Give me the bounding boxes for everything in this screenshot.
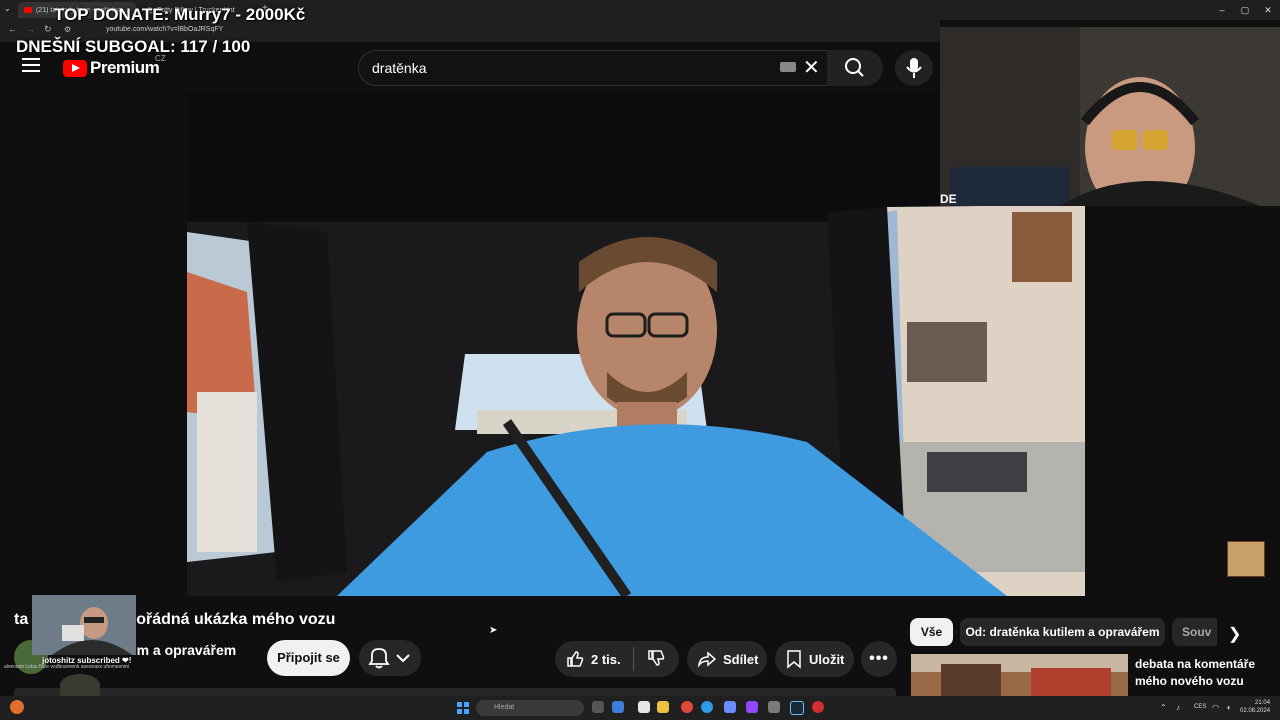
description-box[interactable] — [14, 688, 896, 696]
back-icon[interactable]: ← — [8, 24, 17, 34]
clock-time: 21:04 — [1255, 700, 1271, 706]
microphone-icon — [906, 58, 922, 78]
steam-icon[interactable] — [790, 701, 804, 715]
webcam-image: DE — [940, 27, 1280, 206]
alert-image — [32, 595, 136, 655]
streamer-webcam: DE — [940, 27, 1280, 206]
dislike-button[interactable] — [646, 648, 666, 671]
network-icon[interactable]: ◠ — [1212, 703, 1219, 712]
channel-logo-badge — [1227, 541, 1265, 577]
close-window-icon[interactable]: ✕ — [1258, 2, 1278, 18]
thumbs-up-icon — [567, 651, 584, 667]
maximize-icon[interactable]: ▢ — [1235, 2, 1255, 18]
recommended-thumbnail-image — [911, 654, 1128, 700]
search-button[interactable] — [827, 50, 883, 86]
bell-icon — [368, 648, 410, 669]
like-button[interactable]: 2 tis. — [565, 649, 621, 669]
top-donate-overlay: TOP DONATE: Murry7 - 2000Kč — [54, 5, 306, 24]
site-info-icon[interactable]: ⚙ — [64, 25, 71, 34]
discord-icon[interactable] — [724, 701, 736, 713]
more-dots-icon: ••• — [869, 650, 889, 667]
weather-widget-icon[interactable] — [10, 700, 24, 714]
voice-search-button[interactable] — [895, 50, 933, 86]
search-icon — [845, 58, 864, 77]
share-icon — [697, 651, 717, 668]
chip-all[interactable]: Vše — [910, 618, 953, 646]
forward-icon[interactable]: → — [26, 24, 35, 34]
tray-mic-icon[interactable]: ♪ — [1176, 703, 1180, 712]
chip-from-channel[interactable]: Od: dratěnka kutilem a opravářem — [960, 618, 1165, 646]
volume-icon[interactable]: ◖ — [1226, 703, 1231, 712]
start-button-icon[interactable] — [457, 702, 469, 714]
recommended-title[interactable]: debata na komentáře mého nového vozu — [1135, 656, 1275, 690]
share-button[interactable]: Sdílet — [687, 641, 767, 677]
mouse-cursor-icon: ➤ — [489, 625, 498, 636]
search-input[interactable]: dratěnka — [372, 60, 426, 76]
notifications-button[interactable] — [359, 640, 421, 676]
save-button[interactable]: Uložit — [775, 641, 854, 677]
twitch-icon[interactable] — [746, 701, 758, 713]
svg-text:DE: DE — [940, 192, 957, 206]
task-view-icon[interactable] — [592, 701, 604, 713]
widgets-icon[interactable] — [612, 701, 624, 713]
like-divider — [632, 647, 634, 671]
subscriber-notice-subtext: alversion Lotus Nice vodbrannenk aseonax… — [4, 664, 130, 670]
subscriber-alert-image — [32, 595, 136, 655]
save-label: Uložit — [809, 651, 845, 667]
file-explorer-icon[interactable] — [657, 701, 669, 713]
app-icon-2[interactable] — [768, 701, 780, 713]
keyboard-icon[interactable] — [780, 62, 796, 72]
app-icon[interactable] — [638, 701, 650, 713]
minimize-icon[interactable]: – — [1212, 2, 1232, 18]
chevron-right-icon[interactable]: ❯ — [1228, 624, 1241, 644]
search-box[interactable] — [358, 50, 828, 86]
logo-premium-text[interactable]: Premium — [90, 58, 160, 78]
url-field[interactable]: youtube.com/watch?v=lBbOaJRSqFY — [106, 26, 223, 33]
share-label: Sdílet — [723, 651, 759, 667]
like-dislike-group: 2 tis. — [555, 641, 679, 677]
subgoal-overlay: DNEŠNÍ SUBGOAL: 117 / 100 — [16, 37, 251, 56]
chip-related[interactable]: Souv — [1172, 618, 1217, 646]
tray-chevron-icon[interactable]: ⌃ — [1160, 703, 1167, 712]
tab-menu-icon[interactable]: ⌄ — [4, 4, 11, 13]
hamburger-menu-icon[interactable] — [22, 58, 40, 72]
reload-icon[interactable]: ↻ — [44, 24, 52, 35]
more-actions-button[interactable]: ••• — [861, 641, 897, 677]
bookmark-icon — [787, 650, 801, 669]
streamer-mini-avatar — [60, 674, 100, 696]
chrome-icon[interactable] — [681, 701, 693, 713]
like-count: 2 tis. — [591, 651, 621, 667]
obs-icon[interactable] — [812, 701, 824, 713]
youtube-favicon-icon — [24, 7, 32, 13]
taskbar-search[interactable]: Hledat — [476, 700, 584, 716]
edge-icon[interactable] — [701, 701, 713, 713]
join-button[interactable]: Připojit se — [267, 640, 350, 676]
clear-search-icon[interactable]: ✕ — [803, 56, 820, 80]
thumbs-down-icon — [647, 649, 664, 666]
taskbar-clock[interactable]: 21:04 02.08.2024 — [1240, 699, 1270, 715]
clock-date: 02.08.2024 — [1240, 708, 1271, 714]
language-indicator[interactable]: CES — [1194, 704, 1206, 710]
youtube-logo-icon[interactable] — [63, 60, 87, 77]
recommended-thumbnail[interactable] — [911, 654, 1128, 700]
